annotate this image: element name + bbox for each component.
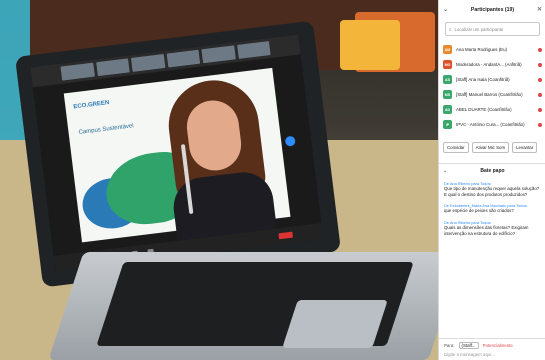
chat-message: De Ana Ribeiro para Todos: Quais as dime… [439,217,545,239]
participant-actions: Convidar Ativar Mic Som Levantar [439,132,545,159]
share-icon [284,135,296,147]
chat-message: De Estudantes_Maria Ana Machado para Tod… [439,200,545,217]
message-text: Quais as dimensões das floretas? Exigira… [444,225,529,236]
laptop-screen: ECO.GREEN Campus Sustentável [30,34,324,272]
chat-footer: Para: (Staff... Potencialmente Digite a … [439,338,545,360]
participant-avatar: AS [443,75,452,84]
message-text: que espécie de peixes são criados? [444,208,514,214]
unmute-button[interactable]: Ativar Mic Som [471,142,510,153]
participant-search[interactable]: ⌕ Localizar um participante [445,22,540,36]
laptop-lid: ECO.GREEN Campus Sustentável [14,20,342,288]
participant-list: AM Ana Marta Rodrigues (Eu) MO Moderadora … [439,42,545,132]
participant-row[interactable]: MO Moderadora - AndantA... (Anfitriã) [443,57,542,72]
slide-title: Campus Sustentável [78,123,135,136]
participant-row[interactable]: AD ABEL DUARTE (Coanfitrião) [443,102,542,117]
participant-avatar: IP [443,120,452,129]
search-placeholder: Localizar um participante [454,26,504,32]
participants-panel: ⌄ Participantes (19) ✕ ⌕ Localizar um pa… [438,0,545,360]
mic-muted-icon [538,77,542,82]
participant-avatar: MO [443,60,452,69]
meeting-photo: ECO.GREEN Campus Sustentável ⌄ Participa… [0,0,545,360]
panel-header: ⌄ Participantes (19) ✕ [439,0,545,20]
presentation-slide: ECO.GREEN Campus Sustentável [63,67,291,243]
participant-row[interactable]: MS [Staff] Manuel Barros (Coanfitrião) [443,87,542,102]
panel-title: Participantes (19) [470,7,515,13]
participant-row[interactable]: AM Ana Marta Rodrigues (Eu) [443,42,542,57]
chevron-down-icon[interactable]: ⌄ [443,168,447,174]
recipient-label: Para: [444,343,455,348]
chat-header: ⌄ Bate papo [439,163,545,178]
chat-title: Bate papo [480,168,505,174]
mic-muted-icon [538,92,542,97]
recipient-select[interactable]: (Staff... [458,342,479,349]
search-icon: ⌕ [449,26,452,32]
raise-hand-button[interactable]: Levantar [512,142,538,153]
mic-muted-icon [538,62,542,67]
participant-row[interactable]: IP IPVC - António Cura... (Coanfitrião) [443,117,542,132]
participant-name: [Staff] Ana Isaia (Coanfitriã) [456,77,510,82]
mic-muted-icon [538,122,542,127]
invite-button[interactable]: Convidar [443,142,469,153]
chat-message: De Ana Ribeiro para Todos: Que tipo de m… [439,178,545,200]
mic-muted-icon [538,47,542,52]
close-icon[interactable]: ✕ [537,6,542,13]
message-text: Que tipo de manutenção requer aquela sol… [444,186,540,197]
participant-name: [Staff] Manuel Barros (Coanfitrião) [456,92,523,97]
laptop-trackpad [282,300,388,348]
participant-name: IPVC - António Cura... (Coanfitrião) [456,122,525,127]
yellow-board [340,20,400,70]
mic-muted-icon [538,107,542,112]
chevron-down-icon[interactable]: ⌄ [443,6,448,13]
warning-text: Potencialmente [482,343,513,348]
chat-input[interactable]: Digite a mensagem aqui... [444,352,541,357]
participant-avatar: AM [443,45,452,54]
participant-avatar: MS [443,90,452,99]
participant-name: Ana Marta Rodrigues (Eu) [456,47,508,52]
speaker-video [154,74,281,241]
participant-name: Moderadora - AndantA... (Anfitriã) [456,62,522,67]
participant-name: ABEL DUARTE (Coanfitrião) [456,107,512,112]
participant-avatar: AD [443,105,452,114]
slide-logo: ECO.GREEN [73,100,110,111]
participant-row[interactable]: AS [Staff] Ana Isaia (Coanfitriã) [443,72,542,87]
